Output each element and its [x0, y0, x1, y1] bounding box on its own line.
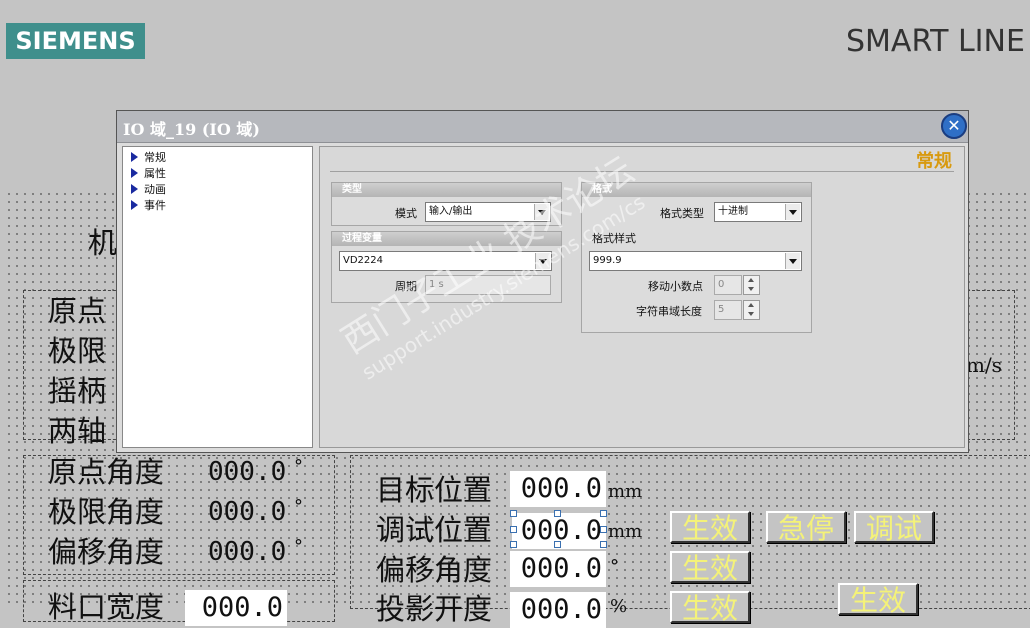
- format-pattern-select[interactable]: 999.9: [589, 251, 802, 271]
- selection-handle[interactable]: [600, 510, 607, 517]
- limit-angle-unit: °: [294, 496, 303, 517]
- apply-button[interactable]: 生效: [838, 583, 918, 617]
- offset-angle-field[interactable]: 000.0: [510, 551, 606, 587]
- offset-angle-unit: °: [610, 556, 619, 577]
- format-type-select[interactable]: 十进制: [714, 202, 802, 222]
- shift-decimal-label: 移动小数点: [648, 280, 703, 293]
- field-length-spinner[interactable]: [743, 300, 760, 320]
- limit-angle-value[interactable]: 000.0: [208, 495, 286, 529]
- estop-button[interactable]: 急停: [766, 511, 846, 545]
- format-group: 格式 格式类型 十进制 格式样式 999.9 移动小数点 0 字符串域长度 5: [581, 182, 812, 333]
- target-pos-field[interactable]: 000.0: [510, 471, 606, 507]
- selection-handle[interactable]: [510, 526, 517, 533]
- nav-item-label: 属性: [144, 167, 166, 180]
- label-machine: 机: [88, 226, 118, 260]
- apply-button[interactable]: 生效: [670, 511, 750, 545]
- period-field[interactable]: 1 s: [425, 275, 551, 295]
- io-field-properties-dialog: IO 域_19 (IO 域) ✕ 常规 属性 动画 事件 常规 类型 模式 输入…: [116, 110, 969, 453]
- origin-angle-value[interactable]: 000.0: [208, 455, 286, 489]
- tag-select-value: VD2224: [343, 255, 383, 266]
- tag-select[interactable]: VD2224: [339, 251, 552, 271]
- proj-width-unit: %: [610, 596, 628, 617]
- apply-button[interactable]: 生效: [670, 551, 750, 585]
- arrow-right-icon: [131, 184, 138, 194]
- origin-angle-unit: °: [294, 456, 303, 477]
- debug-pos-label: 调试位置: [376, 513, 493, 547]
- nav-item-general[interactable]: 常规: [131, 149, 166, 165]
- field-length-label: 字符串域长度: [636, 305, 702, 318]
- material-width-label: 料口宽度: [48, 590, 165, 624]
- field-length-field[interactable]: 5: [714, 300, 742, 320]
- offset-angle-left-label: 偏移角度: [48, 535, 165, 569]
- speed-unit: m/s: [966, 353, 1002, 377]
- selection-handle[interactable]: [510, 541, 517, 548]
- format-pattern-value: 999.9: [593, 255, 622, 266]
- format-type-label: 格式类型: [660, 207, 704, 220]
- selection-handle[interactable]: [600, 526, 607, 533]
- dialog-titlebar[interactable]: IO 域_19 (IO 域) ✕: [117, 111, 968, 143]
- mode-select-value: 输入/输出: [429, 206, 473, 217]
- nav-item-label: 事件: [144, 199, 166, 212]
- offset-angle-left-value[interactable]: 000.0: [208, 535, 286, 569]
- chevron-down-icon[interactable]: [785, 204, 800, 220]
- chevron-down-icon[interactable]: [785, 253, 800, 269]
- format-pattern-label: 格式样式: [592, 232, 636, 245]
- offset-angle-left-unit: °: [294, 536, 303, 557]
- type-group-header: 类型: [332, 183, 561, 197]
- period-label: 周期: [395, 280, 417, 293]
- format-type-value: 十进制: [718, 206, 748, 217]
- label-handwheel: 摇柄: [48, 374, 107, 408]
- close-icon[interactable]: ✕: [941, 113, 967, 139]
- type-group: 类型 模式 输入/输出: [331, 182, 562, 226]
- target-pos-unit: mm: [608, 481, 643, 502]
- selection-handle[interactable]: [510, 510, 517, 517]
- chevron-down-icon[interactable]: [535, 253, 550, 269]
- apply-button[interactable]: 生效: [670, 591, 750, 625]
- nav-item-label: 常规: [144, 151, 166, 164]
- shift-decimal-spinner[interactable]: [743, 275, 760, 295]
- nav-item-properties[interactable]: 属性: [131, 165, 166, 181]
- mode-label: 模式: [395, 207, 417, 220]
- dialog-title: IO 域_19 (IO 域): [123, 120, 260, 139]
- section-divider: [330, 171, 954, 172]
- nav-item-events[interactable]: 事件: [131, 197, 166, 213]
- format-group-header: 格式: [582, 183, 811, 197]
- property-nav: 常规 属性 动画 事件: [122, 146, 313, 448]
- label-origin: 原点: [48, 294, 107, 328]
- proj-width-field[interactable]: 000.0: [510, 592, 606, 628]
- selection-handle[interactable]: [554, 541, 561, 548]
- siemens-logo: SIEMENS: [6, 23, 145, 59]
- mode-select[interactable]: 输入/输出: [425, 202, 551, 222]
- property-content: 常规 类型 模式 输入/输出 过程变量 VD2224 周期 1 s 格式 格式类…: [319, 146, 965, 448]
- debug-button[interactable]: 调试: [854, 511, 934, 545]
- section-title: 常规: [916, 151, 952, 172]
- arrow-right-icon: [131, 200, 138, 210]
- offset-angle-label: 偏移角度: [376, 553, 493, 587]
- shift-decimal-field[interactable]: 0: [714, 275, 742, 295]
- selection-handle[interactable]: [554, 510, 561, 517]
- label-limit: 极限: [48, 334, 107, 368]
- target-pos-label: 目标位置: [376, 473, 493, 507]
- tag-group: 过程变量 VD2224 周期 1 s: [331, 231, 562, 303]
- material-width-field[interactable]: 000.0: [185, 590, 287, 626]
- nav-item-animation[interactable]: 动画: [131, 181, 166, 197]
- proj-width-label: 投影开度: [376, 592, 493, 626]
- tag-group-header: 过程变量: [332, 232, 561, 246]
- selection-handle[interactable]: [600, 541, 607, 548]
- origin-angle-label: 原点角度: [48, 455, 165, 489]
- debug-pos-unit: mm: [608, 521, 643, 542]
- chevron-down-icon[interactable]: [534, 204, 549, 220]
- arrow-right-icon: [131, 152, 138, 162]
- label-two-axis: 两轴: [48, 414, 107, 448]
- arrow-right-icon: [131, 168, 138, 178]
- limit-angle-label: 极限角度: [48, 495, 165, 529]
- product-name: SMART LINE: [846, 24, 1025, 59]
- nav-item-label: 动画: [144, 183, 166, 196]
